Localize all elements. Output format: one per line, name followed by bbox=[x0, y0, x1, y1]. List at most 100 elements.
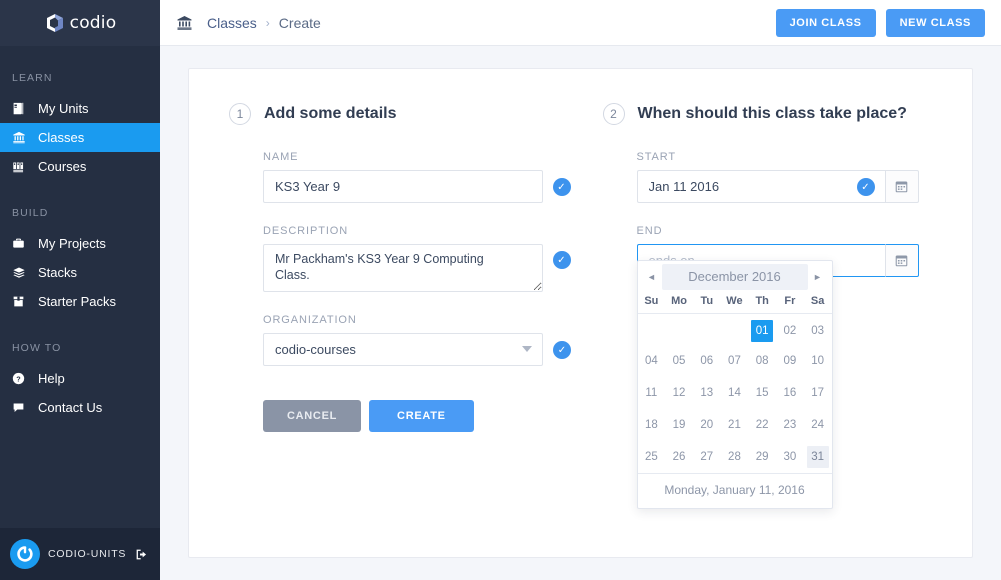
step-1-number: 1 bbox=[229, 103, 251, 125]
weekday-header: We bbox=[726, 294, 743, 307]
datepicker-day-cell[interactable]: 06 bbox=[693, 345, 721, 377]
datepicker-day-cell[interactable]: 27 bbox=[693, 441, 721, 473]
datepicker-day-cell[interactable]: 07 bbox=[721, 345, 749, 377]
datepicker-day-cell[interactable]: 30 bbox=[776, 441, 804, 473]
end-calendar-icon[interactable] bbox=[884, 244, 919, 277]
organization-valid-check-icon: ✓ bbox=[553, 341, 571, 359]
breadcrumb-separator-icon: › bbox=[265, 15, 270, 30]
organization-select[interactable]: codio-courses bbox=[263, 333, 543, 366]
datepicker-day-cell[interactable] bbox=[638, 313, 666, 345]
datepicker-day-cell[interactable]: 16 bbox=[776, 377, 804, 409]
datepicker-day-cell[interactable]: 26 bbox=[665, 441, 693, 473]
sidebar-item-contact-us[interactable]: Contact Us bbox=[0, 393, 160, 422]
topbar-actions: JOIN CLASS NEW CLASS bbox=[775, 8, 985, 37]
datepicker-day-cell[interactable]: 28 bbox=[721, 441, 749, 473]
datepicker-day-cell[interactable]: 03 bbox=[804, 313, 832, 345]
sidebar-item-label: Courses bbox=[38, 159, 87, 174]
datepicker-day-cell[interactable]: 02 bbox=[776, 313, 804, 345]
datepicker-day-cell[interactable]: 31 bbox=[804, 441, 832, 473]
sidebar-item-classes[interactable]: Classes bbox=[0, 123, 160, 152]
datepicker-day-cell[interactable]: 19 bbox=[665, 409, 693, 441]
datepicker-day-cell[interactable]: 12 bbox=[665, 377, 693, 409]
datepicker-day-cell[interactable]: 23 bbox=[776, 409, 804, 441]
datepicker-day-cell[interactable]: 24 bbox=[804, 409, 832, 441]
sidebar-item-starter-packs[interactable]: Starter Packs bbox=[0, 287, 160, 316]
briefcase-icon bbox=[12, 237, 38, 250]
datepicker-header: ◄ December 2016 ► bbox=[638, 261, 832, 292]
datepicker-day-cell[interactable]: 05 bbox=[665, 345, 693, 377]
weekday-header: Tu bbox=[700, 294, 714, 307]
weekday-header: Su bbox=[644, 294, 659, 307]
join-class-button[interactable]: JOIN CLASS bbox=[775, 8, 876, 37]
weekday-header: Sa bbox=[810, 294, 825, 307]
organization-select-value: codio-courses bbox=[263, 333, 543, 366]
sidebar-item-label: My Units bbox=[38, 101, 89, 116]
codio-cube-logo-icon bbox=[44, 12, 66, 34]
datepicker-day-cell[interactable]: 01 bbox=[748, 313, 776, 345]
field-end-date: END ◄ December 2016 ► bbox=[636, 225, 933, 509]
datepicker-prev-month-button[interactable]: ◄ bbox=[642, 264, 662, 290]
datepicker-footer-date: Monday, January 11, 2016 bbox=[637, 473, 832, 504]
sidebar-item-label: Starter Packs bbox=[38, 294, 117, 309]
datepicker-day-cell[interactable]: 13 bbox=[693, 377, 721, 409]
field-start-date: START ✓ bbox=[636, 151, 933, 203]
brand-logo[interactable]: codio bbox=[0, 0, 160, 46]
sidebar-item-courses[interactable]: Courses bbox=[0, 152, 160, 181]
datepicker-grid: Su Mo Tu We Th Fr Sa 01 02 03 04 05 06 0… bbox=[637, 292, 832, 473]
datepicker-day-cell[interactable]: 09 bbox=[776, 345, 804, 377]
sidebar-item-label: Contact Us bbox=[38, 400, 103, 415]
datepicker-day-cell[interactable]: 11 bbox=[638, 377, 666, 409]
create-button[interactable]: CREATE bbox=[369, 400, 474, 432]
start-date-input[interactable] bbox=[636, 170, 885, 203]
datepicker-day-cell[interactable]: 25 bbox=[638, 441, 666, 473]
datepicker-day-cell[interactable]: 18 bbox=[638, 409, 666, 441]
sidebar-item-my-units[interactable]: My Units bbox=[0, 94, 160, 123]
step-2-number: 2 bbox=[602, 103, 625, 125]
datepicker-day-cell[interactable]: 20 bbox=[693, 409, 721, 441]
datepicker-next-month-button[interactable]: ► bbox=[808, 264, 828, 290]
start-calendar-icon[interactable] bbox=[884, 170, 919, 203]
svg-text:?: ? bbox=[16, 374, 21, 383]
datepicker-day-cell[interactable]: 10 bbox=[804, 345, 832, 377]
package-icon bbox=[12, 295, 38, 308]
sidebar-section-learn: LEARN My Units Classes Courses bbox=[0, 72, 160, 181]
organization-label: ORGANIZATION bbox=[263, 314, 357, 326]
datepicker-day-cell[interactable]: 15 bbox=[748, 377, 776, 409]
datepicker-week-row: 18 19 20 21 22 23 24 bbox=[638, 409, 832, 441]
datepicker-day-cell[interactable]: 22 bbox=[748, 409, 776, 441]
end-label: END bbox=[636, 225, 663, 237]
end-date-datepicker[interactable]: ◄ December 2016 ► Su Mo Tu We Th Fr Sa 0… bbox=[636, 260, 833, 509]
datepicker-day-cell[interactable] bbox=[693, 313, 721, 345]
datepicker-week-row: 04 05 06 07 08 09 10 bbox=[638, 345, 832, 377]
sidebar-item-label: Help bbox=[38, 371, 65, 386]
name-label: NAME bbox=[263, 151, 299, 163]
datepicker-day-cell[interactable]: 17 bbox=[804, 377, 832, 409]
datepicker-day-cell[interactable]: 14 bbox=[721, 377, 749, 409]
weekday-header: Fr bbox=[784, 294, 796, 307]
datepicker-day-cell[interactable]: 29 bbox=[748, 441, 776, 473]
sidebar-section-how-to: HOW TO ? Help Contact Us bbox=[0, 342, 160, 422]
description-textarea[interactable]: Mr Packham's KS3 Year 9 Computing Class. bbox=[263, 244, 543, 292]
name-input[interactable] bbox=[263, 170, 543, 203]
new-class-button[interactable]: NEW CLASS bbox=[885, 8, 985, 37]
power-avatar-icon[interactable] bbox=[10, 539, 40, 569]
sidebar-section-build: BUILD My Projects Stacks Starter Packs bbox=[0, 207, 160, 316]
datepicker-day-cell[interactable] bbox=[721, 313, 749, 345]
breadcrumb-classes[interactable]: Classes bbox=[207, 15, 257, 31]
datepicker-day-cell[interactable]: 04 bbox=[638, 345, 666, 377]
cancel-button[interactable]: CANCEL bbox=[263, 400, 362, 432]
logout-icon[interactable] bbox=[135, 548, 148, 561]
field-name: NAME ✓ bbox=[263, 151, 581, 203]
step-1-header: 1 Add some details bbox=[229, 103, 581, 125]
datepicker-day-cell[interactable] bbox=[665, 313, 693, 345]
sidebar-section-title-build: BUILD bbox=[12, 207, 49, 219]
sidebar-user-name: CODIO-UNITS bbox=[48, 548, 127, 560]
form-actions: CANCEL CREATE bbox=[263, 400, 581, 432]
datepicker-day-cell[interactable]: 08 bbox=[748, 345, 776, 377]
chevron-down-icon bbox=[522, 346, 532, 352]
datepicker-day-cell[interactable]: 21 bbox=[721, 409, 749, 441]
datepicker-month-label[interactable]: December 2016 bbox=[661, 263, 808, 290]
sidebar-item-stacks[interactable]: Stacks bbox=[0, 258, 160, 287]
sidebar-item-my-projects[interactable]: My Projects bbox=[0, 229, 160, 258]
sidebar-item-help[interactable]: ? Help bbox=[0, 364, 160, 393]
